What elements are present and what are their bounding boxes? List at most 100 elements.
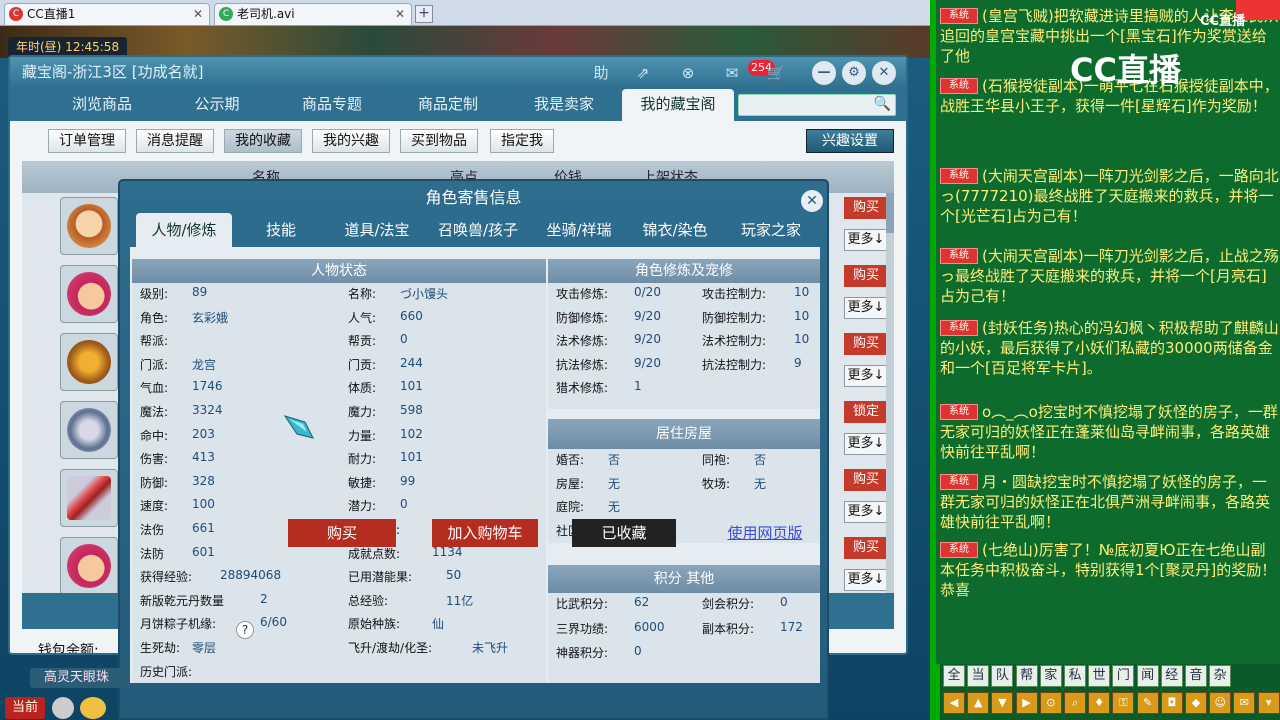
chat-channel-button[interactable]: 世	[1088, 665, 1111, 687]
tab-outfits[interactable]: 锦衣/染色	[628, 213, 722, 247]
buy-button[interactable]: 购买	[844, 537, 888, 559]
new-tab-button[interactable]: +	[415, 5, 433, 23]
tab-public[interactable]: 公示期	[174, 89, 260, 121]
tab-pets[interactable]: 召唤兽/孩子	[426, 213, 530, 247]
chat-tool-icon[interactable]: ⌕	[1064, 692, 1086, 714]
search-icon[interactable]: 🔍	[874, 96, 891, 112]
tab-home[interactable]: 玩家之家	[724, 213, 818, 247]
chat-tool-icon[interactable]: ⊙	[1039, 692, 1062, 714]
locked-button[interactable]: 锁定	[844, 401, 888, 423]
chat-channel-button[interactable]: 闻	[1136, 665, 1159, 687]
close-icon[interactable]: ✕	[395, 4, 405, 24]
search-input[interactable]: 🔍	[738, 94, 896, 116]
character-avatar	[67, 272, 111, 316]
tab-topic[interactable]: 商品专题	[282, 89, 382, 121]
chat-tool-icon[interactable]: ◆	[1185, 692, 1207, 714]
chat-channel-button[interactable]: 帮	[1015, 665, 1038, 687]
scrollbar-thumb[interactable]	[886, 193, 894, 233]
browser-tab-cc-live[interactable]: C CC直播1 ✕	[4, 3, 210, 25]
system-channel-tag: 系统	[940, 8, 978, 24]
chat-channel-button[interactable]: 门	[1112, 665, 1135, 687]
emote-icon[interactable]	[80, 697, 106, 719]
chat-channel-button[interactable]: 音	[1185, 665, 1207, 687]
more-button[interactable]: 更多↓	[844, 229, 888, 251]
tab-skills[interactable]: 技能	[234, 213, 328, 247]
browser-tab-video[interactable]: C 老司机.avi ✕	[214, 3, 412, 25]
close-icon[interactable]: ✕	[872, 61, 896, 85]
more-button[interactable]: 更多↓	[844, 433, 888, 455]
stat-label: 门贡:	[348, 357, 377, 372]
minimize-icon[interactable]: —	[812, 61, 836, 85]
notice-button[interactable]: 消息提醒	[136, 129, 214, 153]
chat-channel-button[interactable]: 杂	[1209, 665, 1232, 687]
help-icon[interactable]: 助	[587, 61, 615, 85]
stat-label: 成就点数:	[348, 546, 401, 561]
list-item[interactable]	[60, 265, 118, 323]
buy-button[interactable]: 购买	[844, 197, 888, 219]
buy-button[interactable]: 购买	[844, 469, 888, 491]
use-web-version-link[interactable]: 使用网页版	[720, 519, 810, 547]
more-button[interactable]: 更多↓	[844, 365, 888, 387]
close-icon[interactable]: ✕	[801, 190, 823, 212]
chat-tool-icon[interactable]: ✉	[1233, 692, 1256, 714]
close-icon[interactable]: ✕	[193, 4, 203, 24]
share-icon[interactable]: ⇗	[629, 61, 657, 85]
more-button[interactable]: 更多↓	[844, 297, 888, 319]
tab-seller[interactable]: 我是卖家	[514, 89, 614, 121]
chat-tool-icon[interactable]: ◀	[943, 692, 965, 714]
chat-channel-button[interactable]: 队	[991, 665, 1014, 687]
interest-settings-button[interactable]: 兴趣设置	[806, 129, 894, 153]
chat-tool-icon[interactable]: ♦	[1088, 692, 1111, 714]
game-top-bar	[0, 26, 930, 58]
buy-button[interactable]: 购买	[844, 333, 888, 355]
chat-channel-button[interactable]: 全	[943, 665, 965, 687]
tab-browse[interactable]: 浏览商品	[50, 89, 154, 121]
favorited-button[interactable]: 已收藏	[572, 519, 676, 547]
tab-my-cangbaoge[interactable]: 我的藏宝阁	[622, 89, 734, 121]
stat-label: 获得经验:	[140, 570, 193, 585]
list-item[interactable]	[60, 197, 118, 255]
buy-button[interactable]: 购买	[844, 265, 888, 287]
channel-current-button[interactable]: 当前	[5, 697, 45, 719]
chat-tool-icon[interactable]: ▼	[991, 692, 1014, 714]
buy-button[interactable]: 购买	[288, 519, 396, 547]
system-channel-tag: 系统	[940, 320, 978, 336]
interests-button[interactable]: 我的兴趣	[312, 129, 390, 153]
more-button[interactable]: 更多↓	[844, 569, 888, 591]
chat-tool-icon[interactable]: ▲	[967, 692, 990, 714]
chat-tool-icon[interactable]: ✎	[1136, 692, 1159, 714]
list-scrollbar[interactable]	[886, 193, 894, 593]
tab-items[interactable]: 道具/法宝	[330, 213, 424, 247]
bought-items-button[interactable]: 买到物品	[400, 129, 478, 153]
add-to-cart-button[interactable]: 加入购物车	[432, 519, 538, 547]
tab-character[interactable]: 人物/修炼	[136, 213, 232, 247]
stop-icon[interactable]: ⊗	[674, 61, 702, 85]
more-button[interactable]: 更多↓	[844, 501, 888, 523]
cart-icon[interactable]: 🛒	[762, 61, 790, 85]
assigned-to-me-button[interactable]: 指定我	[490, 129, 554, 153]
chat-channel-button[interactable]: 当	[967, 665, 990, 687]
stat-value: 102	[400, 426, 423, 441]
chat-tool-icon[interactable]: ▾	[1257, 692, 1280, 714]
order-manage-button[interactable]: 订单管理	[48, 129, 126, 153]
system-channel-tag: 系统	[940, 474, 978, 490]
list-item[interactable]	[60, 401, 118, 459]
favorites-button[interactable]: 我的收藏	[224, 129, 302, 153]
chat-channel-button[interactable]: 私	[1064, 665, 1086, 687]
chat-tool-icon[interactable]: ▶	[1015, 692, 1038, 714]
gear-icon[interactable]: ⚙	[842, 61, 866, 85]
chat-channel-button[interactable]: 家	[1039, 665, 1062, 687]
chat-tool-icon[interactable]: ☺	[1209, 692, 1232, 714]
list-item[interactable]	[60, 333, 118, 391]
character-avatar	[67, 204, 111, 248]
message-icon[interactable]: ✉	[718, 61, 746, 85]
help-icon[interactable]: ?	[236, 621, 254, 639]
chat-tool-icon[interactable]: ◘	[1160, 692, 1183, 714]
list-item[interactable]	[60, 469, 118, 527]
tab-custom[interactable]: 商品定制	[398, 89, 498, 121]
list-item[interactable]	[60, 537, 118, 595]
microphone-icon[interactable]	[52, 697, 74, 719]
chat-tool-icon[interactable]: ⚿	[1112, 692, 1135, 714]
tab-mounts[interactable]: 坐骑/祥瑞	[532, 213, 626, 247]
chat-channel-button[interactable]: 经	[1160, 665, 1183, 687]
